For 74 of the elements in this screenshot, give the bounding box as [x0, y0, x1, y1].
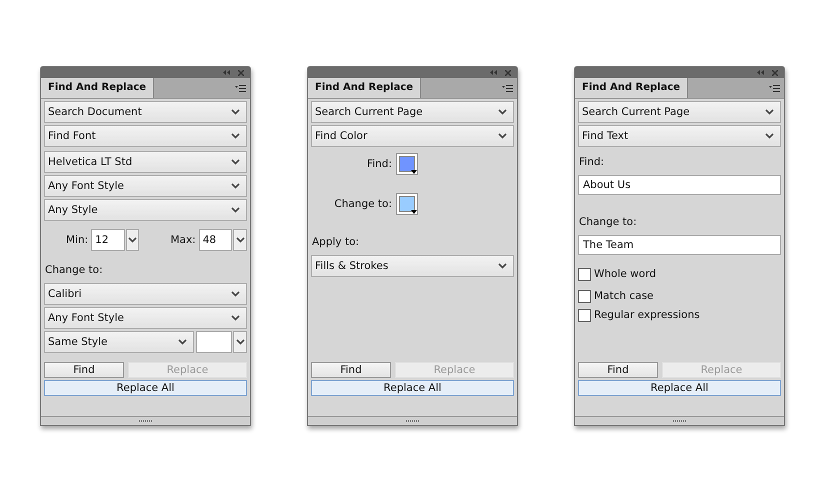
panel-tab[interactable]: Find And Replace: [41, 78, 154, 98]
dropdown[interactable]: Search Current Page: [578, 101, 781, 123]
chevron-down-icon: [231, 133, 240, 139]
field-label: Find:: [366, 158, 392, 170]
collapse-icon[interactable]: [223, 70, 230, 75]
chevron-down-icon: [231, 183, 240, 189]
dropdown[interactable]: Search Document: [44, 101, 247, 123]
replace-all-button[interactable]: Replace All: [44, 380, 247, 396]
dropdown[interactable]: Same Style: [44, 331, 194, 353]
text-field[interactable]: About Us: [578, 175, 781, 195]
field-label: Apply to:: [312, 236, 360, 248]
collapse-icon[interactable]: [757, 70, 764, 75]
chevron-down-icon: [231, 291, 240, 297]
dropdown[interactable]: Helvetica LT Std: [44, 151, 247, 173]
panel-tab[interactable]: Find And Replace: [575, 78, 688, 98]
chevron-down-icon: [231, 207, 240, 213]
action-button[interactable]: Find: [44, 362, 124, 378]
chevron-down-icon: [765, 133, 774, 139]
chevron-down-icon: [498, 109, 507, 115]
min-label: Min:: [66, 234, 88, 246]
replace-all-button[interactable]: Replace All: [578, 380, 781, 396]
color-swatch[interactable]: [396, 153, 418, 175]
dropdown[interactable]: Any Font Style: [44, 307, 247, 329]
checkbox[interactable]: [578, 268, 591, 280]
dropdown[interactable]: Any Font Style: [44, 175, 247, 197]
dropdown-button[interactable]: [126, 229, 140, 251]
dropdown-button[interactable]: [233, 229, 248, 251]
resize-grip[interactable]: [41, 416, 250, 425]
dropdown-button[interactable]: [233, 331, 247, 353]
chevron-down-icon: [231, 109, 240, 115]
checkbox-label: Regular expressions: [594, 309, 700, 321]
collapse-icon[interactable]: [490, 70, 497, 75]
panel-menu-icon[interactable]: [235, 84, 246, 92]
replace-all-button[interactable]: Replace All: [311, 380, 514, 396]
chevron-down-icon: [498, 263, 507, 269]
resize-grip[interactable]: [308, 416, 517, 425]
panel-menu-icon[interactable]: [769, 84, 780, 92]
min-field[interactable]: 12: [91, 229, 125, 251]
close-icon[interactable]: [505, 70, 511, 76]
color-swatch[interactable]: [396, 193, 418, 215]
chevron-down-icon: [128, 237, 138, 243]
field-label: Find:: [579, 156, 604, 168]
action-button[interactable]: Find: [578, 362, 658, 378]
action-button[interactable]: Find: [311, 362, 391, 378]
max-label: Max:: [170, 234, 196, 246]
field-label: Change to:: [45, 264, 103, 276]
chevron-down-icon: [178, 339, 187, 345]
chevron-down-icon: [498, 133, 507, 139]
chevron-down-icon: [236, 339, 244, 345]
close-icon[interactable]: [238, 70, 244, 76]
resize-grip[interactable]: [575, 416, 784, 425]
dropdown[interactable]: Find Font: [44, 125, 247, 147]
checkbox[interactable]: [578, 308, 591, 322]
close-icon[interactable]: [772, 70, 778, 76]
text-field[interactable]: The Team: [578, 235, 781, 255]
field-label: Change to:: [579, 216, 637, 228]
input-field[interactable]: [196, 331, 232, 353]
dropdown[interactable]: Search Current Page: [311, 101, 514, 123]
chevron-down-icon: [765, 109, 774, 115]
chevron-down-icon: [231, 159, 240, 165]
checkbox-label: Match case: [594, 290, 654, 302]
dropdown[interactable]: Fills & Strokes: [311, 255, 514, 277]
field-label: Change to:: [334, 198, 392, 210]
dropdown[interactable]: Any Style: [44, 199, 247, 221]
checkbox[interactable]: [578, 290, 591, 302]
dropdown[interactable]: Find Text: [578, 125, 781, 147]
chevron-down-icon: [236, 237, 245, 243]
max-field[interactable]: 48: [198, 229, 232, 251]
panel-menu-icon[interactable]: [502, 84, 513, 92]
dropdown[interactable]: Calibri: [44, 283, 247, 305]
dropdown[interactable]: Find Color: [311, 125, 514, 147]
panel-tab[interactable]: Find And Replace: [308, 78, 422, 98]
checkbox-label: Whole word: [594, 268, 656, 280]
chevron-down-icon: [231, 315, 240, 321]
